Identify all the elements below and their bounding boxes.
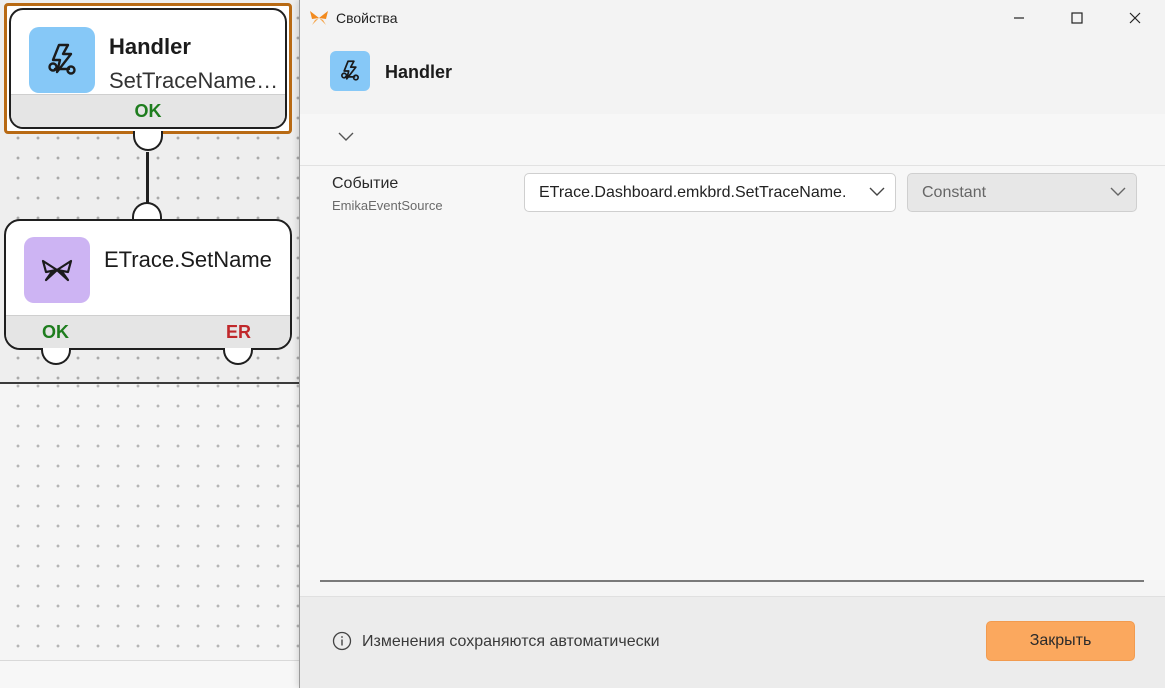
event-select[interactable]: ETrace.Dashboard.emkbrd.SetTraceName. (524, 173, 896, 212)
window-titlebar[interactable]: Свойства (300, 0, 1165, 36)
lightning-plug-icon (29, 27, 95, 93)
connector-link (146, 152, 149, 204)
maximize-button[interactable] (1048, 0, 1106, 36)
maximize-icon (1071, 12, 1083, 24)
node-handler-body: Handler SetTraceName… OK (9, 8, 287, 129)
node-handler[interactable]: Handler SetTraceName… OK (4, 3, 292, 134)
content-divider (320, 580, 1144, 582)
dialog-header-title: Handler (385, 62, 453, 82)
info-icon (332, 631, 352, 651)
node-handler-title: Handler (109, 34, 191, 59)
close-icon (1129, 12, 1141, 24)
dialog-header: Handler (300, 36, 1165, 114)
dialog-footer: Изменения сохраняются автоматически Закр… (300, 596, 1165, 688)
node-etrace-footer: OK ER (6, 315, 290, 348)
property-label: Событие (332, 175, 399, 192)
event-select-value: ETrace.Dashboard.emkbrd.SetTraceName. (539, 184, 847, 201)
port-label-er: ER (226, 322, 252, 342)
node-setname-ok-port[interactable] (41, 348, 71, 365)
canvas-divider (0, 382, 300, 384)
chevron-down-icon (869, 187, 885, 196)
port-label-ok: OK (134, 101, 162, 121)
collapse-toggle-row[interactable] (300, 114, 1165, 166)
close-window-button[interactable] (1106, 0, 1164, 36)
flow-canvas[interactable]: Handler SetTraceName… OK ETrace.SetName … (0, 0, 300, 688)
node-setname-er-port[interactable] (223, 348, 253, 365)
value-type-select[interactable]: Constant (907, 173, 1137, 212)
property-sublabel: EmikaEventSource (332, 198, 443, 213)
value-type-value: Constant (922, 184, 987, 201)
node-handler-subtitle: SetTraceName… (109, 68, 279, 93)
port-label-ok: OK (42, 322, 69, 342)
canvas-lower-area (0, 384, 300, 688)
node-etrace-setname[interactable]: ETrace.SetName OK ER (4, 219, 292, 350)
lightning-plug-icon (330, 51, 370, 91)
node-etrace-title: ETrace.SetName (104, 247, 272, 272)
minimize-button[interactable] (990, 0, 1048, 36)
minimize-icon (1014, 17, 1024, 19)
chevron-down-icon[interactable] (338, 132, 354, 142)
canvas-bottom-band (0, 660, 300, 688)
butterfly-icon (24, 237, 90, 303)
close-button[interactable]: Закрыть (986, 621, 1135, 661)
node-handler-output-port[interactable] (133, 131, 163, 151)
butterfly-icon (309, 9, 329, 32)
properties-body: Событие EmikaEventSource ETrace.Dashboar… (300, 166, 1165, 580)
window-title: Свойства (336, 10, 398, 26)
node-handler-footer: OK (11, 94, 285, 127)
chevron-down-icon (1110, 187, 1126, 196)
properties-dialog: Свойства Handler Событие EmikaEventSourc… (299, 0, 1165, 688)
autosave-note: Изменения сохраняются автоматически (362, 633, 660, 650)
